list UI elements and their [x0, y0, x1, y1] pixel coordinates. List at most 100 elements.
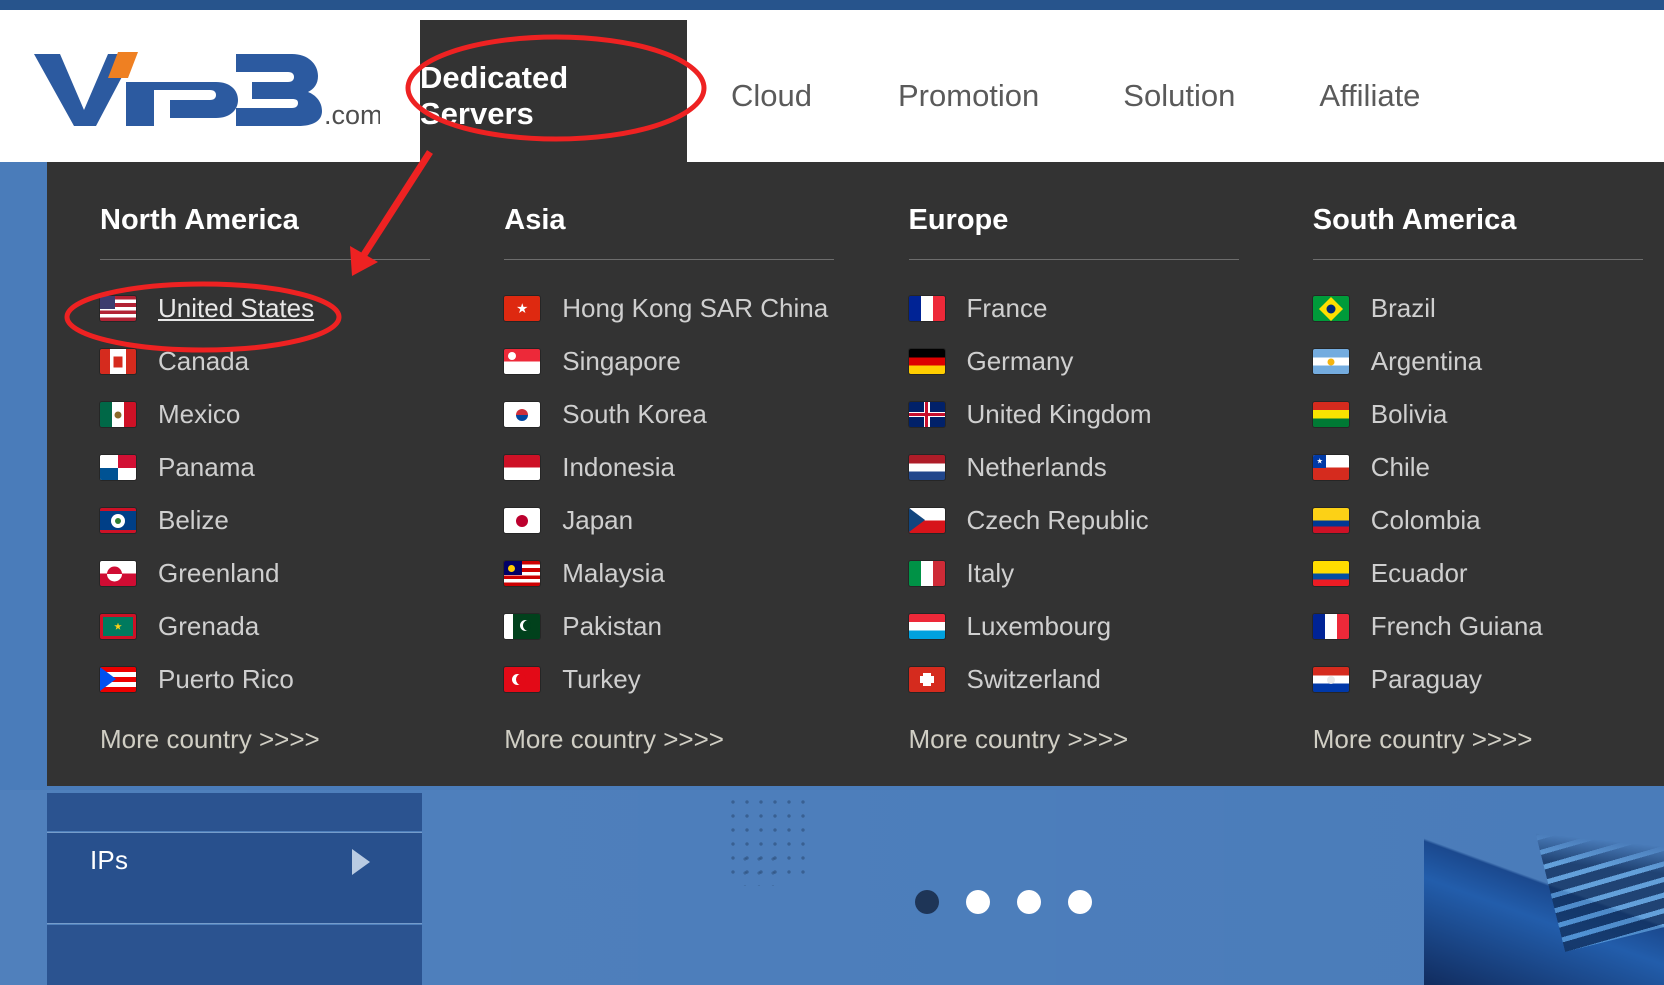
- carousel-dot-1[interactable]: [915, 890, 939, 914]
- server-rack-photo: [1424, 790, 1664, 985]
- nav-item-cloud[interactable]: Cloud: [687, 20, 856, 172]
- flag-icon-lu: [908, 614, 945, 639]
- svg-text:.com: .com: [324, 100, 380, 130]
- country-name: Puerto Rico: [158, 664, 294, 694]
- flag-icon-nl: [908, 455, 945, 480]
- nav-item-dedicated-servers[interactable]: Dedicated Servers: [420, 20, 687, 172]
- flag-icon-it: [908, 561, 945, 586]
- country-name: Panama: [158, 452, 255, 482]
- country-name: United States: [158, 293, 315, 323]
- more-country-link[interactable]: More country >>>>: [1313, 724, 1664, 755]
- nav-item-promotion[interactable]: Promotion: [856, 20, 1081, 172]
- country-name: South Korea: [562, 399, 707, 429]
- country-link-japan[interactable]: Japan: [504, 494, 855, 547]
- more-country-link[interactable]: More country >>>>: [504, 724, 855, 755]
- country-link-brazil[interactable]: Brazil: [1312, 282, 1664, 335]
- sidebar-panel-bottom: [47, 925, 422, 985]
- carousel-dots[interactable]: [915, 890, 1092, 914]
- country-link-indonesia[interactable]: Indonesia: [504, 441, 855, 494]
- column-divider: [908, 259, 1239, 260]
- country-link-switzerland[interactable]: Switzerland: [908, 653, 1260, 706]
- flag-icon-jp: [504, 508, 541, 533]
- mega-menu-column-north-america: North America United States Canada Mexico Pa…: [100, 162, 451, 786]
- country-link-bolivia[interactable]: Bolivia: [1312, 388, 1664, 441]
- country-link-greenland[interactable]: Greenland: [100, 547, 451, 600]
- country-name: Netherlands: [966, 452, 1107, 482]
- country-link-netherlands[interactable]: Netherlands: [908, 441, 1260, 494]
- country-link-paraguay[interactable]: Paraguay: [1312, 653, 1664, 706]
- country-link-panama[interactable]: Panama: [100, 441, 451, 494]
- country-link-france[interactable]: France: [908, 282, 1260, 335]
- country-name: Mexico: [158, 399, 241, 429]
- site-logo[interactable]: .com: [30, 48, 380, 132]
- country-link-canada[interactable]: Canada: [100, 335, 451, 388]
- country-name: Greenland: [158, 558, 280, 588]
- column-divider: [504, 259, 835, 260]
- country-link-united-kingdom[interactable]: United Kingdom: [908, 388, 1260, 441]
- country-link-czech-republic[interactable]: Czech Republic: [908, 494, 1260, 547]
- flag-icon-py: [1312, 667, 1349, 692]
- flag-icon-gd: [100, 614, 136, 639]
- sidebar-item-ips-label: IPs: [90, 845, 129, 875]
- country-name: Chile: [1370, 452, 1430, 482]
- country-name: Ecuador: [1370, 558, 1468, 588]
- country-link-luxembourg[interactable]: Luxembourg: [908, 600, 1260, 653]
- country-link-belize[interactable]: Belize: [100, 494, 451, 547]
- country-link-ecuador[interactable]: Ecuador: [1312, 547, 1664, 600]
- country-link-united-states[interactable]: United States: [100, 282, 451, 335]
- flag-icon-fr: [908, 296, 945, 321]
- chevron-right-icon[interactable]: [352, 849, 370, 875]
- mega-menu-column-europe: Europe France Germany United Kingdom Netherl…: [908, 162, 1260, 786]
- country-link-turkey[interactable]: Turkey: [504, 653, 855, 706]
- country-name: Brazil: [1370, 293, 1436, 323]
- sidebar-divider-bottom: [47, 923, 422, 924]
- country-link-argentina[interactable]: Argentina: [1312, 335, 1664, 388]
- country-link-mexico[interactable]: Mexico: [100, 388, 451, 441]
- flag-icon-pr: [100, 667, 136, 692]
- site-header: .com Dedicated Servers Cloud Promotion S…: [0, 10, 1664, 172]
- country-name: Belize: [158, 505, 229, 535]
- mega-menu-column-south-america: South America Brazil Argentina Bolivia Chile…: [1312, 162, 1664, 786]
- country-link-chile[interactable]: Chile: [1312, 441, 1664, 494]
- nav-item-solution[interactable]: Solution: [1081, 20, 1277, 172]
- carousel-dot-2[interactable]: [966, 890, 990, 914]
- column-title: Europe: [908, 204, 1009, 236]
- more-country-link[interactable]: More country >>>>: [909, 724, 1260, 755]
- country-name: Pakistan: [562, 611, 662, 641]
- nav-item-affiliate[interactable]: Affiliate: [1277, 20, 1462, 172]
- country-link-pakistan[interactable]: Pakistan: [504, 600, 855, 653]
- country-link-french-guiana[interactable]: French Guiana: [1312, 600, 1664, 653]
- country-link-malaysia[interactable]: Malaysia: [504, 547, 855, 600]
- flag-icon-ch: [908, 667, 945, 692]
- country-name: Singapore: [562, 346, 681, 376]
- carousel-dot-4[interactable]: [1068, 890, 1092, 914]
- flag-icon-cz: [908, 508, 945, 533]
- country-name: Canada: [158, 346, 250, 376]
- country-link-grenada[interactable]: Grenada: [100, 600, 451, 653]
- country-name: Czech Republic: [966, 505, 1149, 535]
- country-link-colombia[interactable]: Colombia: [1312, 494, 1664, 547]
- flag-icon-us: [100, 296, 136, 321]
- country-link-singapore[interactable]: Singapore: [504, 335, 855, 388]
- flag-icon-gl: [100, 561, 136, 586]
- flag-icon-co: [1312, 508, 1349, 533]
- country-name: France: [966, 293, 1048, 323]
- column-title: South America: [1312, 204, 1517, 236]
- country-name: Turkey: [562, 664, 641, 694]
- country-link-hong-kong-sar-china[interactable]: Hong Kong SAR China: [504, 282, 855, 335]
- sidebar-panel-top: [47, 793, 422, 831]
- country-link-south-korea[interactable]: South Korea: [504, 388, 855, 441]
- flag-icon-id: [504, 455, 541, 480]
- flag-icon-cl: [1312, 455, 1349, 480]
- country-link-italy[interactable]: Italy: [908, 547, 1260, 600]
- country-link-germany[interactable]: Germany: [908, 335, 1260, 388]
- country-name: Grenada: [158, 611, 260, 641]
- top-accent-strip: [0, 0, 1664, 10]
- carousel-dot-3[interactable]: [1017, 890, 1041, 914]
- more-country-link[interactable]: More country >>>>: [100, 724, 451, 755]
- flag-icon-hk: [504, 296, 541, 321]
- country-link-puerto-rico[interactable]: Puerto Rico: [100, 653, 451, 706]
- country-name: Japan: [562, 505, 634, 535]
- flag-icon-pa: [100, 455, 136, 480]
- column-title: Asia: [504, 204, 566, 236]
